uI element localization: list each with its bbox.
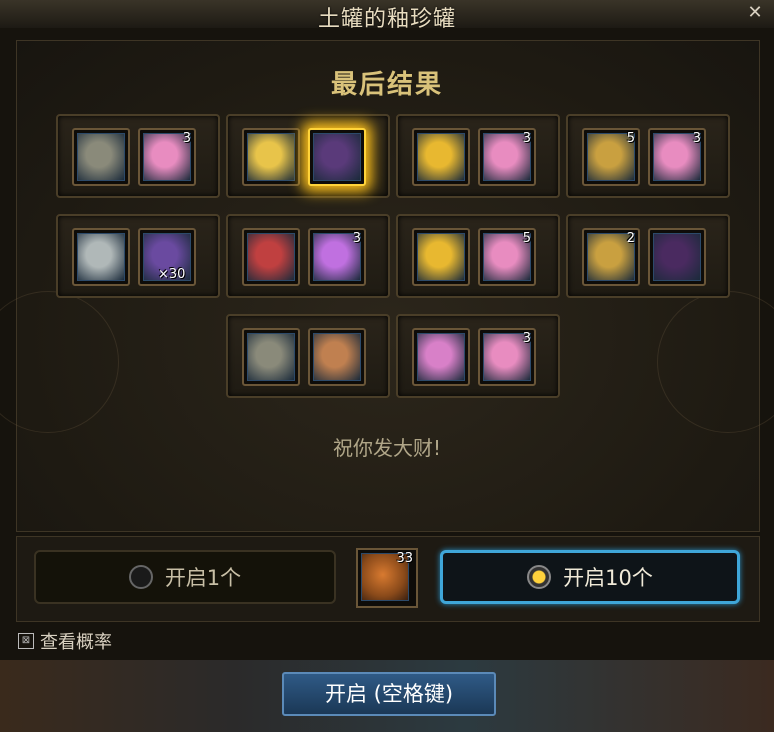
- decorative-circle: [657, 291, 774, 433]
- result-box: ×30: [56, 214, 220, 298]
- radio-on-icon[interactable]: [527, 565, 552, 589]
- radio-off-icon[interactable]: [128, 565, 153, 589]
- golden-wings-icon: [247, 133, 295, 181]
- item-count: 5: [626, 131, 635, 146]
- decorative-circle: [0, 291, 119, 433]
- item-slot[interactable]: [412, 228, 470, 286]
- cost-item-slot: 33: [356, 548, 418, 608]
- item-slot[interactable]: [72, 228, 130, 286]
- item-slot[interactable]: [242, 228, 300, 286]
- warrior-portrait-icon: [313, 333, 361, 381]
- result-box: [226, 314, 390, 398]
- close-icon[interactable]: ✕: [744, 2, 766, 24]
- pink-chest-icon: [417, 333, 465, 381]
- open-ten-option[interactable]: 开启10个: [440, 550, 740, 604]
- item-slot[interactable]: 3: [138, 128, 196, 186]
- purple-orb-icon: [313, 133, 361, 181]
- dungeon-cube-icon: [247, 333, 295, 381]
- item-count: 3: [352, 231, 361, 246]
- item-slot[interactable]: 5: [582, 128, 640, 186]
- golden-chest-icon: [417, 233, 465, 281]
- title-bar: 土罐的釉珍罐 ✕: [0, 0, 774, 32]
- item-count: 3: [182, 131, 191, 146]
- color-gems-icon: [247, 233, 295, 281]
- open-ten-label: 开启10个: [563, 566, 653, 590]
- item-count: 2: [626, 231, 635, 246]
- cost-item-count: 33: [396, 551, 413, 566]
- see-probability-label: 查看概率: [40, 632, 112, 653]
- item-slot[interactable]: [242, 128, 300, 186]
- item-slot[interactable]: 3: [648, 128, 706, 186]
- item-slot[interactable]: [412, 128, 470, 186]
- result-box: 53: [566, 114, 730, 198]
- dark-portal-icon: [653, 233, 701, 281]
- item-slot[interactable]: [308, 128, 366, 186]
- checkbox-icon[interactable]: ⊠: [18, 633, 34, 649]
- item-slot[interactable]: [308, 328, 366, 386]
- gray-shard-icon: [77, 233, 125, 281]
- item-count: 3: [692, 131, 701, 146]
- item-slot[interactable]: [72, 128, 130, 186]
- dungeon-cube-icon: [77, 133, 125, 181]
- item-count: 5: [522, 231, 531, 246]
- item-slot[interactable]: [242, 328, 300, 386]
- golden-chest-icon: [417, 133, 465, 181]
- open-button[interactable]: 开启 (空格键): [282, 672, 496, 716]
- result-box: 2: [566, 214, 730, 298]
- item-slot[interactable]: [412, 328, 470, 386]
- item-count: 3: [522, 331, 531, 346]
- wish-text: 祝你发大财!: [332, 436, 442, 460]
- item-slot[interactable]: 3: [308, 228, 366, 286]
- item-slot[interactable]: 3: [478, 128, 536, 186]
- item-slot[interactable]: 5: [478, 228, 536, 286]
- open-one-option[interactable]: 开启1个: [34, 550, 336, 604]
- result-box: 5: [396, 214, 560, 298]
- item-count: 3: [522, 131, 531, 146]
- results-heading: 最后结果: [330, 70, 443, 100]
- item-slot[interactable]: [648, 228, 706, 286]
- result-box: 3: [396, 114, 560, 198]
- item-count: ×30: [158, 267, 186, 282]
- result-box: 3: [56, 114, 220, 198]
- open-one-label: 开启1个: [164, 566, 242, 590]
- result-box: 3: [226, 214, 390, 298]
- result-box: [226, 114, 390, 198]
- see-probability-toggle[interactable]: ⊠ 查看概率: [18, 628, 112, 654]
- item-slot[interactable]: ×30: [138, 228, 196, 286]
- result-box: 3: [396, 314, 560, 398]
- item-slot[interactable]: 2: [582, 228, 640, 286]
- item-slot[interactable]: 3: [478, 328, 536, 386]
